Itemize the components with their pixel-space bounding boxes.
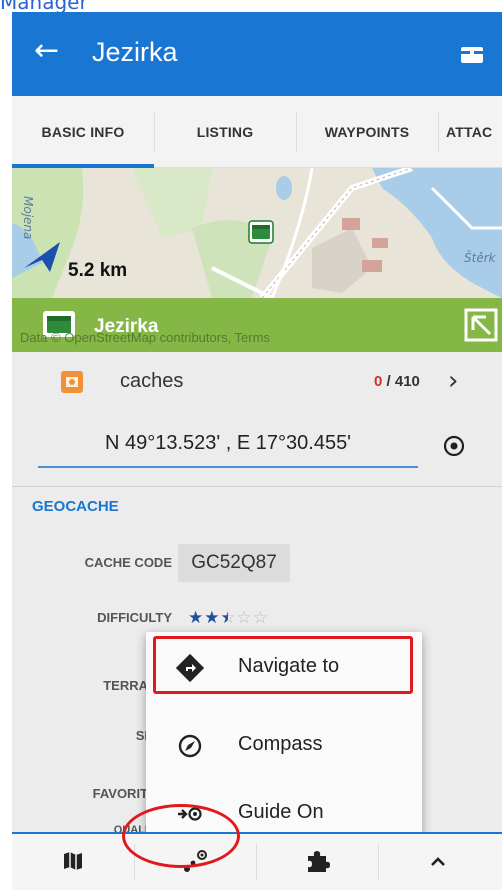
manager-link[interactable]: Manager <box>0 0 502 14</box>
cache-code-box: GC52Q87 <box>178 544 290 582</box>
favorites-label: FAVORIT <box>92 786 148 801</box>
menu-item-label: Compass <box>238 733 323 755</box>
tab-listing[interactable]: LISTING <box>154 96 296 168</box>
map-preview[interactable]: Mojena Štěrk 5.2 km Jezirka Data © OpenS… <box>12 168 502 352</box>
bottom-more-button[interactable] <box>378 834 500 890</box>
bottom-toolbar <box>12 832 502 890</box>
geocache-section-title: GEOCACHE <box>32 498 119 515</box>
app-bar: ← Jezirka <box>12 12 502 96</box>
puzzle-icon <box>308 851 330 872</box>
route-button-highlight <box>122 804 240 868</box>
map-icon <box>64 852 82 870</box>
cache-marker-icon[interactable] <box>248 220 274 248</box>
expand-map-icon[interactable] <box>464 308 498 342</box>
cache-code-value: GC52Q87 <box>191 552 277 573</box>
map-attribution[interactable]: Data © OpenStreetMap contributors, Terms <box>20 330 270 345</box>
size-label: SI <box>135 728 148 743</box>
cache-code-label: CACHE CODE <box>84 555 172 570</box>
caches-found-count: 0 <box>374 373 383 390</box>
coordinates-value[interactable]: N 49°13.523' , E 17°30.455' <box>38 432 418 455</box>
compass-icon <box>178 734 202 758</box>
page-title: Jezirka <box>92 37 178 67</box>
chevron-up-icon <box>431 857 445 866</box>
caches-count: 0 / 410 <box>374 373 420 390</box>
section-divider <box>12 486 502 487</box>
coordinates-underline <box>38 466 418 468</box>
phone-screen: ← Jezirka BASIC INFO LISTING WAYPOINTS A… <box>12 12 502 890</box>
tab-bar: BASIC INFO LISTING WAYPOINTS ATTAC <box>12 96 502 168</box>
terrain-label: TERRA <box>103 678 148 693</box>
menu-item-compass[interactable]: Compass <box>146 710 422 780</box>
direction-arrow-icon <box>24 242 60 272</box>
tab-waypoints[interactable]: WAYPOINTS <box>296 96 438 168</box>
place-label-right: Štěrk <box>464 250 497 265</box>
tab-attachments[interactable]: ATTAC <box>438 96 502 168</box>
chevron-right-icon[interactable]: › <box>448 366 458 396</box>
caches-label: caches <box>120 370 184 392</box>
caches-row[interactable]: caches 0 / 410 › <box>12 352 502 414</box>
arrow-left-icon[interactable]: ← <box>34 36 59 66</box>
target-location-icon[interactable] <box>442 434 466 458</box>
caches-folder-icon <box>61 371 83 393</box>
bottom-addons-button[interactable] <box>256 834 378 890</box>
coordinates-row: N 49°13.523' , E 17°30.455' <box>12 414 502 480</box>
tab-basic-info[interactable]: BASIC INFO <box>12 96 154 168</box>
bottom-map-button[interactable] <box>12 834 134 890</box>
caches-total-count: / 410 <box>386 373 420 390</box>
difficulty-label: DIFFICULTY <box>97 610 172 625</box>
distance-label: 5.2 km <box>68 260 128 281</box>
menu-item-label: Guide On <box>238 801 324 823</box>
place-label-left: Mojena <box>21 196 35 239</box>
difficulty-stars: ★★★☆☆☆ <box>188 608 269 628</box>
navigate-to-highlight <box>153 636 413 694</box>
cache-box-icon[interactable] <box>460 46 484 64</box>
